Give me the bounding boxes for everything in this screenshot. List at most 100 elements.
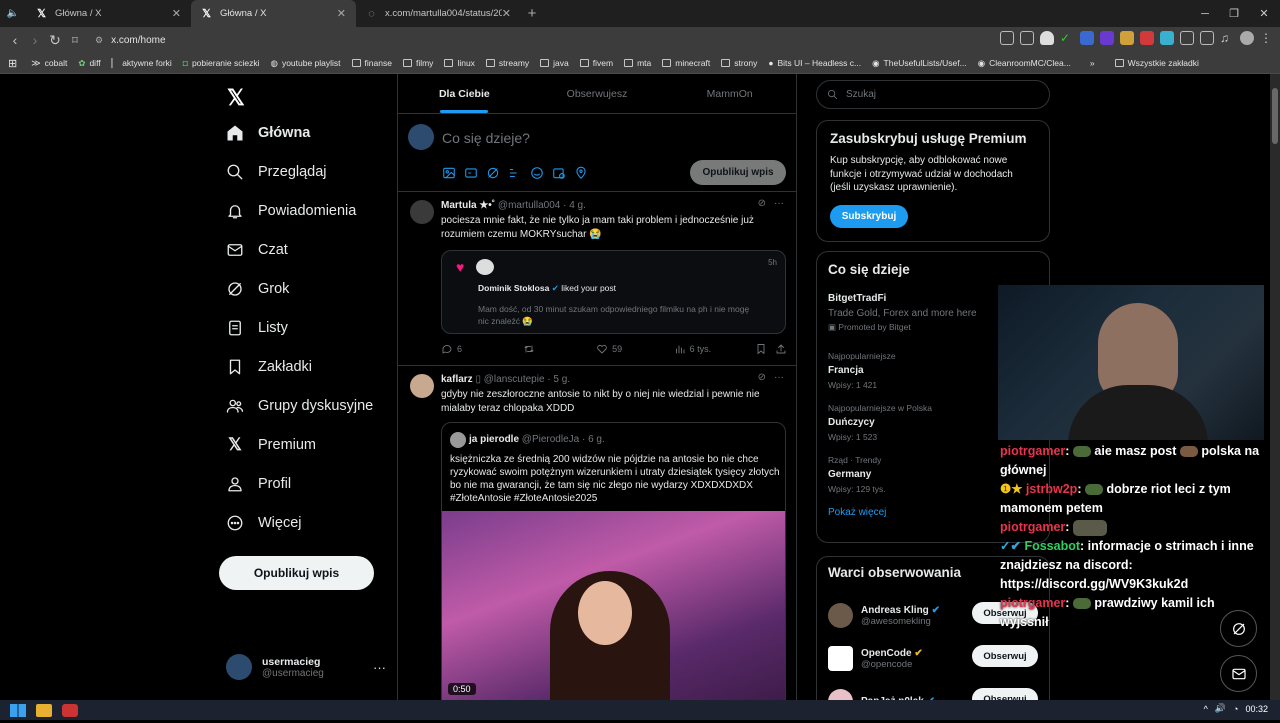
nav-profile[interactable]: Profil [226,475,291,493]
profile-icon[interactable] [1240,31,1254,45]
nav-grok[interactable]: Grok [226,280,289,298]
puzzle-icon[interactable] [1180,31,1194,45]
nav-home[interactable]: Główna [226,124,310,142]
restore-button[interactable]: ❐ [1218,0,1250,27]
like-button[interactable]: 59 [596,343,674,355]
reload-button[interactable]: ↻ [45,32,65,49]
bookmark-folder[interactable]: strony [721,58,757,68]
subscribe-button[interactable]: Subskrybuj [830,204,908,228]
embedded-image[interactable]: ♥ 5h Dominik Stoklosa ✔ liked your post … [441,250,786,334]
sidebar-icon[interactable] [1200,31,1214,45]
apps-icon[interactable]: ⊞ [8,57,17,70]
bookmark-folder[interactable]: streamy [485,58,529,68]
gif-icon[interactable] [464,166,478,180]
browser-taskbar-icon[interactable] [62,703,78,717]
search-input[interactable]: Szukaj [816,80,1050,109]
x-logo-icon[interactable]: 𝕏 [227,85,245,111]
nav-notifications[interactable]: Powiadomienia [226,202,356,220]
clock[interactable]: 00:32 [1245,704,1268,714]
browser-tab-3[interactable]: ◌ x.com/martulla004/status/20086 ✕ [356,0,521,27]
video-player[interactable]: 0:50 [442,511,785,700]
bookmark-item[interactable]: ◘ pobieranie sciezki [183,58,260,68]
share-icon[interactable] [1020,31,1034,45]
extension-icon[interactable] [1120,31,1134,45]
close-tab-icon[interactable]: ✕ [502,7,511,20]
bookmark-icon[interactable]: ⌑ [65,34,85,47]
bookmark-button[interactable] [755,343,775,355]
bookmark-item[interactable]: ✿ diff [78,58,100,69]
media-icon[interactable] [442,166,456,180]
volume-icon[interactable]: 🔊 [1215,703,1226,714]
file-explorer-icon[interactable] [36,703,52,717]
extension-icon[interactable] [1100,31,1114,45]
quoted-tweet[interactable]: ja pierodle @PierodleJa · 6 g. księżnicz… [441,422,786,700]
shield-icon[interactable] [1040,31,1054,45]
grok-icon[interactable]: ⊘ [758,372,766,383]
emoji-icon[interactable] [530,166,544,180]
nav-more[interactable]: Więcej [226,514,302,532]
bookmark-folder[interactable]: linux [444,58,475,68]
new-tab-button[interactable]: + [521,5,543,22]
views-button[interactable]: 6 tys. [674,343,756,355]
nav-lists[interactable]: Listy [226,319,288,337]
grok-icon[interactable] [486,166,500,180]
bookmark-folder[interactable]: java [540,58,569,68]
nav-explore[interactable]: Przeglądaj [226,163,327,181]
poll-icon[interactable] [508,166,522,180]
nav-chat[interactable]: Czat [226,241,288,259]
more-dots-icon[interactable]: ··· [774,372,784,383]
tab-for-you[interactable]: Dla Ciebie [398,74,531,113]
music-icon[interactable]: ♫ [1220,31,1234,45]
site-info-icon[interactable]: ⚙ [95,35,103,46]
forward-button[interactable]: › [25,32,45,48]
close-window-button[interactable]: ✕ [1248,0,1280,27]
bookmark-item[interactable]: ≫ cobalt [31,58,67,69]
more-bookmarks-icon[interactable]: » [1090,58,1095,68]
bookmark-item[interactable]: ● Bits UI – Headless c... [768,58,861,68]
more-dots-icon[interactable]: ··· [373,660,386,675]
all-bookmarks[interactable]: Wszystkie zakładki [1114,58,1199,68]
menu-icon[interactable]: ⋮ [1260,31,1274,45]
speaker-icon[interactable]: 🔈 [0,8,26,19]
url-field[interactable]: ⚙ x.com/home [95,35,166,46]
publish-button[interactable]: Opublikuj wpis [690,160,786,185]
tweet[interactable]: Martula ★•˚ @martulla004 · 4 g. ⊘ ··· po… [398,192,796,366]
bookmark-item[interactable]: ◉ CleanroomMC/Clea... [978,58,1071,69]
author-handle[interactable]: @martulla004 · 4 g. [498,200,586,211]
avatar[interactable] [410,374,434,398]
bookmark-folder[interactable]: filmy [402,58,433,68]
grok-icon[interactable]: ⊘ [758,198,766,209]
bookmark-item[interactable]: ◉ TheUsefulLists/Usef... [872,58,967,69]
browser-tab-1[interactable]: 𝕏 Główna / X ✕ [26,0,191,27]
bookmark-item[interactable]: ▏ aktywne forki [112,58,172,69]
grok-float-button[interactable] [1220,610,1257,647]
nav-premium[interactable]: 𝕏 Premium [226,435,316,454]
reply-button[interactable]: 6 [441,343,523,355]
schedule-icon[interactable] [552,166,566,180]
account-switcher[interactable]: usermacieg @usermacieg ··· [226,654,386,680]
follow-suggestion[interactable]: OpenCode ✔ @opencode Obserwuj [828,637,1038,680]
author-name[interactable]: kaflarz [441,374,473,385]
bookmark-folder[interactable]: minecraft [662,58,710,68]
bookmark-folder[interactable]: mta [624,58,651,68]
windows-start-icon[interactable] [10,703,26,717]
close-tab-icon[interactable]: ✕ [337,7,346,20]
tab-list-mammon[interactable]: MammOn [663,74,796,113]
bookmark-item[interactable]: ◍ youtube playlist [271,58,341,69]
nav-communities[interactable]: Grupy dyskusyjne [226,397,373,415]
location-icon[interactable] [574,166,588,180]
page-scrollbar[interactable] [1270,74,1280,700]
messages-float-button[interactable] [1220,655,1257,692]
back-button[interactable]: ‹ [5,32,25,48]
retweet-button[interactable] [523,343,597,355]
extension-icon[interactable] [1160,31,1174,45]
author-name[interactable]: Martula ★•˚ [441,200,495,211]
network-icon[interactable]: ◔ [1233,704,1238,714]
avatar[interactable] [410,200,434,224]
more-dots-icon[interactable]: ··· [774,198,784,209]
close-tab-icon[interactable]: ✕ [172,7,181,20]
tab-following[interactable]: Obserwujesz [531,74,664,113]
share-button[interactable] [775,343,787,355]
browser-tab-2[interactable]: 𝕏 Główna / X ✕ [191,0,356,27]
author-handle[interactable]: @lanscutepie · 5 g. [484,374,570,385]
